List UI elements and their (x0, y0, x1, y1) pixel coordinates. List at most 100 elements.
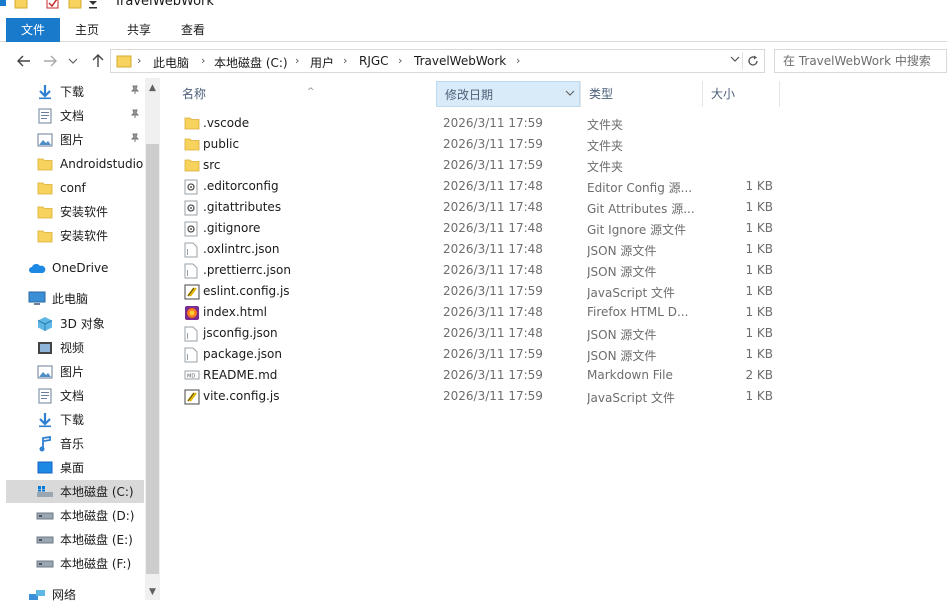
sidebar-item-label: 下载 (60, 413, 85, 427)
file-row[interactable]: eslint.config.js 2026/3/11 17:59 JavaScrip… (174, 281, 780, 302)
search-box[interactable] (774, 49, 947, 73)
breadcrumb-rjgc[interactable]: RJGC (359, 54, 389, 68)
file-name: .gitignore (203, 221, 261, 235)
new-folder-icon[interactable] (68, 0, 82, 10)
file-size: 1 KB (745, 326, 773, 340)
file-type: 文件夹 (587, 139, 624, 153)
scrollbar-thumb[interactable] (146, 144, 159, 574)
file-row[interactable]: index.html 2026/3/11 17:48 Firefox HTML D.… (174, 302, 780, 323)
sidebar-item[interactable]: conf (6, 176, 144, 199)
file-date: 2026/3/11 17:48 (443, 221, 543, 235)
breadcrumb-separator-icon[interactable]: › (516, 54, 520, 67)
sidebar-item[interactable]: 下载 (6, 80, 144, 103)
folder-icon (36, 228, 54, 244)
sidebar-item[interactable]: 图片 (6, 360, 144, 383)
column-header-type[interactable]: 类型 (580, 81, 702, 107)
onedrive-cloud-icon (28, 260, 46, 276)
sidebar-item[interactable]: 本地磁盘 (C:) (6, 480, 144, 503)
tab-home[interactable]: 主页 (66, 18, 108, 42)
address-dropdown-icon[interactable] (730, 55, 740, 66)
search-input[interactable] (775, 50, 946, 72)
column-header-name[interactable]: 名称 ^ (174, 81, 436, 107)
file-row[interactable]: public 2026/3/11 17:59 文件夹 (174, 134, 780, 155)
sidebar-item[interactable]: 3D 对象 (6, 312, 144, 335)
column-header-date-label: 修改日期 (445, 88, 494, 102)
file-row[interactable]: jsconfig.json 2026/3/11 17:48 JSON 源文件 1 KB (174, 323, 780, 344)
breadcrumb-separator-icon[interactable]: › (343, 54, 347, 67)
breadcrumb-separator-icon[interactable]: › (398, 54, 402, 67)
refresh-button[interactable] (742, 52, 762, 70)
sidebar-item-label: 文档 (60, 389, 85, 403)
sidebar-item-label: 桌面 (60, 461, 85, 475)
sidebar-item[interactable]: Androidstudio (6, 152, 144, 175)
scroll-down-arrow-icon[interactable]: ▼ (145, 584, 160, 600)
config-file-icon (184, 200, 200, 216)
tab-view[interactable]: 查看 (170, 18, 216, 42)
sidebar-item-label: 视频 (60, 341, 85, 355)
file-date: 2026/3/11 17:59 (443, 389, 543, 403)
file-row[interactable]: .gitattributes 2026/3/11 17:48 Git Attribu… (174, 197, 780, 218)
file-row[interactable]: .editorconfig 2026/3/11 17:48 Editor Confi… (174, 176, 780, 197)
file-row[interactable]: vite.config.js 2026/3/11 17:59 JavaScript … (174, 386, 780, 407)
sidebar-item[interactable]: 下载 (6, 408, 144, 431)
checkbox-icon[interactable] (46, 0, 60, 10)
file-row[interactable]: MD README.md 2026/3/11 17:59 Markdown File 2… (174, 365, 780, 386)
breadcrumb-users[interactable]: 用户 (310, 54, 334, 71)
file-size: 1 KB (745, 389, 773, 403)
address-bar[interactable]: › 此电脑 › 本地磁盘 (C:) › 用户 › RJGC › TravelWe… (110, 49, 765, 73)
column-header-date[interactable]: 修改日期 (436, 81, 580, 107)
breadcrumb-travelwebwork[interactable]: TravelWebWork (414, 54, 506, 68)
sidebar-item[interactable]: OneDrive (6, 256, 144, 279)
folder-icon (184, 137, 200, 153)
file-row[interactable]: .vscode 2026/3/11 17:59 文件夹 (174, 113, 780, 134)
file-row[interactable]: package.json 2026/3/11 17:59 JSON 源文件 1 KB (174, 344, 780, 365)
sidebar-item[interactable]: 文档 (6, 384, 144, 407)
up-button[interactable] (88, 51, 108, 71)
file-row[interactable]: src 2026/3/11 17:59 文件夹 (174, 155, 780, 176)
picture-icon (36, 132, 54, 148)
file-name: .editorconfig (203, 179, 279, 193)
sort-ascending-icon: ^ (307, 87, 315, 97)
sidebar-item[interactable]: 安装软件 (6, 224, 144, 247)
sidebar-item[interactable]: 音乐 (6, 432, 144, 455)
sidebar-item[interactable]: 安装软件 (6, 200, 144, 223)
file-name: jsconfig.json (203, 326, 278, 340)
drive-icon (36, 508, 54, 524)
sidebar-item[interactable]: 文档 (6, 104, 144, 127)
breadcrumb-drive-c[interactable]: 本地磁盘 (C:) (214, 54, 288, 71)
file-row[interactable]: .prettierrc.json 2026/3/11 17:48 JSON 源文件 1… (174, 260, 780, 281)
back-button[interactable] (14, 51, 34, 71)
file-name: .oxlintrc.json (203, 242, 280, 256)
file-row[interactable]: .gitignore 2026/3/11 17:48 Git Ignore 源文件 1… (174, 218, 780, 239)
sidebar-item[interactable]: 本地磁盘 (F:) (6, 552, 144, 575)
file-size: 1 KB (745, 200, 773, 214)
file-row[interactable]: .oxlintrc.json 2026/3/11 17:48 JSON 源文件 1 K… (174, 239, 780, 260)
tab-share[interactable]: 共享 (118, 18, 160, 42)
tab-file[interactable]: 文件 (6, 18, 60, 42)
sidebar-item[interactable]: 此电脑 (6, 287, 144, 310)
forward-button[interactable] (40, 51, 60, 71)
sidebar-item[interactable]: 本地磁盘 (E:) (6, 528, 144, 551)
sidebar-item-label: 图片 (60, 133, 85, 147)
recent-locations-button[interactable] (66, 51, 80, 71)
file-type: 文件夹 (587, 160, 624, 174)
breadcrumb-separator-icon[interactable]: › (137, 54, 141, 67)
file-date: 2026/3/11 17:48 (443, 179, 543, 193)
scroll-up-arrow-icon[interactable]: ▲ (145, 80, 160, 96)
file-date: 2026/3/11 17:59 (443, 137, 543, 151)
customize-toolbar-dropdown-icon[interactable] (88, 0, 98, 9)
properties-icon[interactable] (0, 0, 8, 8)
sidebar-item[interactable]: 桌面 (6, 456, 144, 479)
navigation-scrollbar[interactable]: ▲ ▼ (145, 78, 160, 600)
sidebar-item[interactable]: 网络 (6, 583, 144, 606)
breadcrumb-separator-icon[interactable]: › (201, 54, 205, 67)
breadcrumb-this-pc[interactable]: 此电脑 (153, 54, 189, 71)
folder-icon (116, 55, 132, 68)
column-filter-dropdown-icon[interactable] (565, 82, 575, 108)
document-icon (36, 108, 54, 124)
sidebar-item[interactable]: 图片 (6, 128, 144, 151)
breadcrumb-separator-icon[interactable]: › (295, 54, 299, 67)
sidebar-item[interactable]: 本地磁盘 (D:) (6, 504, 144, 527)
column-header-size[interactable]: 大小 (702, 81, 780, 107)
sidebar-item[interactable]: 视频 (6, 336, 144, 359)
